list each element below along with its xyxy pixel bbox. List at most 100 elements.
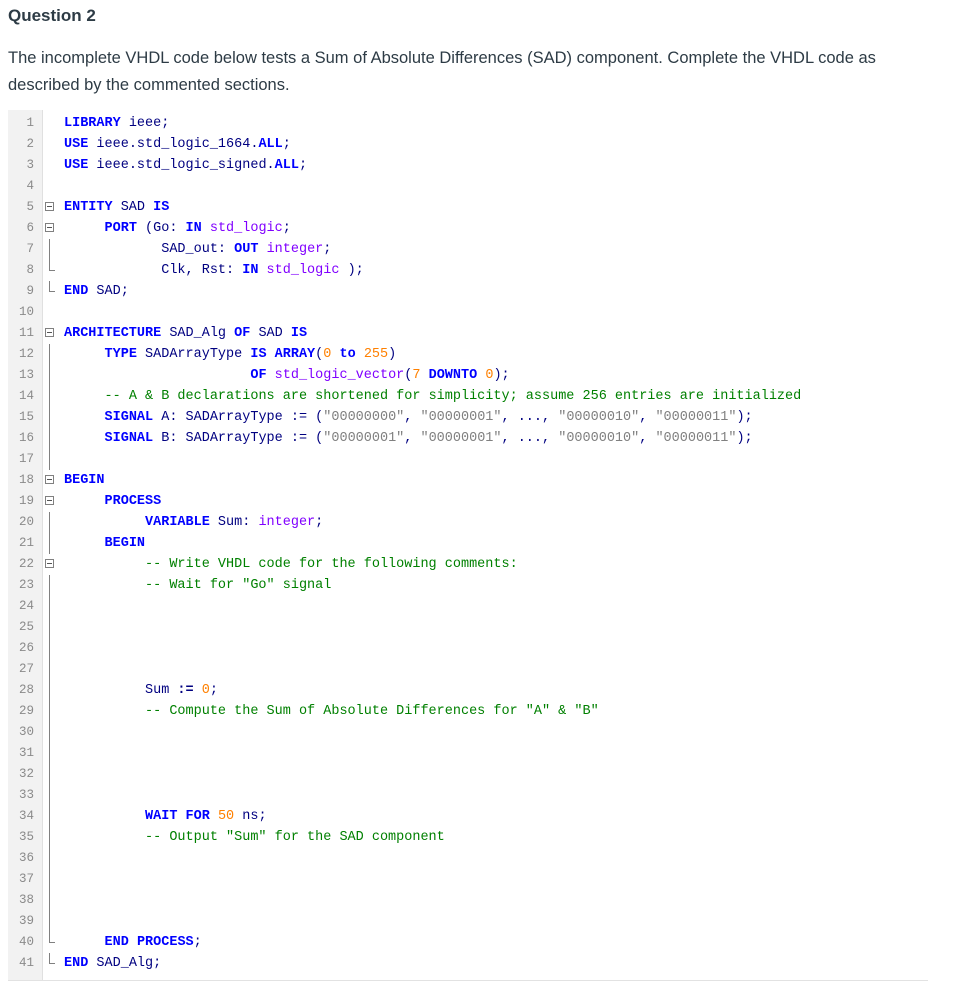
line-number: 18 xyxy=(18,473,34,487)
fold-guide xyxy=(49,575,50,596)
code-token: "00000010" xyxy=(558,410,640,425)
fold-toggle-icon[interactable] xyxy=(45,223,54,232)
code-line: 8 Clk, Rst: IN std_logic ); xyxy=(8,260,928,281)
line-number: 6 xyxy=(26,221,34,235)
code-token: SAD_Alg; xyxy=(88,956,162,971)
code-token: ); xyxy=(339,263,364,278)
code-token: IS xyxy=(290,326,308,341)
code-token: 255 xyxy=(363,347,389,362)
code-token: ; xyxy=(209,683,218,698)
code-line: 29 -- Compute the Sum of Absolute Differ… xyxy=(8,701,928,722)
code-line: 28 Sum := 0; xyxy=(8,680,928,701)
code-line: 10 xyxy=(8,302,928,323)
code-line: 17 xyxy=(8,449,928,470)
fold-guide xyxy=(49,386,50,407)
code-token: A: SADArrayType := ( xyxy=(153,410,324,425)
line-number: 30 xyxy=(18,725,34,739)
fold-guide xyxy=(49,617,50,638)
code-token: "00000011" xyxy=(655,410,737,425)
code-token: SAD_out: xyxy=(161,242,235,257)
fold-toggle-icon[interactable] xyxy=(45,559,54,568)
code-line: 40 END PROCESS; xyxy=(8,932,928,953)
fold-toggle-icon[interactable] xyxy=(45,475,54,484)
code-token: ; xyxy=(282,137,291,152)
code-text: Sum := 0; xyxy=(64,680,218,701)
code-line: 4 xyxy=(8,176,928,197)
question-title: Question 2 xyxy=(8,6,96,25)
code-token: "00000001" xyxy=(420,431,502,446)
code-token: SAD xyxy=(112,200,154,215)
code-token: to xyxy=(339,347,356,362)
code-token: LIBRARY xyxy=(64,116,121,131)
line-number: 22 xyxy=(18,557,34,571)
code-token: END xyxy=(64,956,89,971)
fold-guide xyxy=(49,659,50,680)
code-token: ; xyxy=(282,221,291,236)
code-token: ieee.std_logic_signed. xyxy=(88,158,275,173)
code-line: 41 END SAD_Alg; xyxy=(8,953,928,974)
code-token: SIGNAL xyxy=(104,431,154,446)
code-token: TYPE xyxy=(104,347,137,362)
code-token: IS xyxy=(153,200,170,215)
code-token: "00000001" xyxy=(323,431,405,446)
code-token: (Go: xyxy=(136,221,186,236)
fold-toggle-icon[interactable] xyxy=(45,496,54,505)
code-line: 11 ARCHITECTURE SAD_Alg OF SAD IS xyxy=(8,323,928,344)
code-token: , xyxy=(404,431,421,446)
code-token: ; xyxy=(323,242,332,257)
code-token: ARRAY xyxy=(274,347,316,362)
line-number: 12 xyxy=(18,347,34,361)
code-token: Sum: xyxy=(209,515,259,530)
line-number: 7 xyxy=(26,242,34,256)
line-number: 37 xyxy=(18,872,34,886)
line-number: 39 xyxy=(18,914,34,928)
code-line: 22 -- Write VHDL code for the following … xyxy=(8,554,928,575)
code-line: 30 xyxy=(8,722,928,743)
code-token: std_logic_vector xyxy=(274,368,405,383)
code-text: END SAD_Alg; xyxy=(64,953,161,974)
code-line: 37 xyxy=(8,869,928,890)
code-text: OF std_logic_vector(7 DOWNTO 0); xyxy=(64,365,509,386)
code-token: "00000001" xyxy=(420,410,502,425)
code-text: -- Output "Sum" for the SAD component xyxy=(64,827,445,848)
code-line: 36 xyxy=(8,848,928,869)
code-token: BEGIN xyxy=(64,473,105,488)
code-token: -- A & B declarations are shortened for … xyxy=(104,389,802,404)
line-number: 34 xyxy=(18,809,34,823)
code-text: WAIT FOR 50 ns; xyxy=(64,806,267,827)
code-line: 13 OF std_logic_vector(7 DOWNTO 0); xyxy=(8,365,928,386)
code-token: 0 xyxy=(201,683,210,698)
code-token: IN xyxy=(242,263,259,278)
code-token: SADArrayType xyxy=(136,347,251,362)
line-number: 33 xyxy=(18,788,34,802)
fold-toggle-icon[interactable] xyxy=(45,202,54,211)
code-line: 23 -- Wait for "Go" signal xyxy=(8,575,928,596)
code-token: ARCHITECTURE xyxy=(64,326,162,341)
code-line: 33 xyxy=(8,785,928,806)
code-line: 27 xyxy=(8,659,928,680)
code-token: "00000011" xyxy=(655,431,737,446)
code-line: 39 xyxy=(8,911,928,932)
fold-toggle-icon[interactable] xyxy=(45,328,54,337)
code-line: 2 USE ieee.std_logic_1664.ALL; xyxy=(8,134,928,155)
code-line: 38 xyxy=(8,890,928,911)
code-token: PORT xyxy=(104,221,137,236)
code-token: -- Compute the Sum of Absolute Differenc… xyxy=(145,704,599,719)
fold-guide xyxy=(49,407,50,428)
code-token: USE xyxy=(64,158,89,173)
code-token: , ..., xyxy=(501,410,559,425)
code-token: std_logic xyxy=(266,263,340,278)
code-token: IS xyxy=(250,347,267,362)
line-number: 16 xyxy=(18,431,34,445)
code-token: BEGIN xyxy=(104,536,146,551)
line-number: 40 xyxy=(18,935,34,949)
line-number: 29 xyxy=(18,704,34,718)
code-token: Clk, Rst: xyxy=(161,263,243,278)
line-number: 14 xyxy=(18,389,34,403)
code-text: PROCESS xyxy=(64,491,162,512)
